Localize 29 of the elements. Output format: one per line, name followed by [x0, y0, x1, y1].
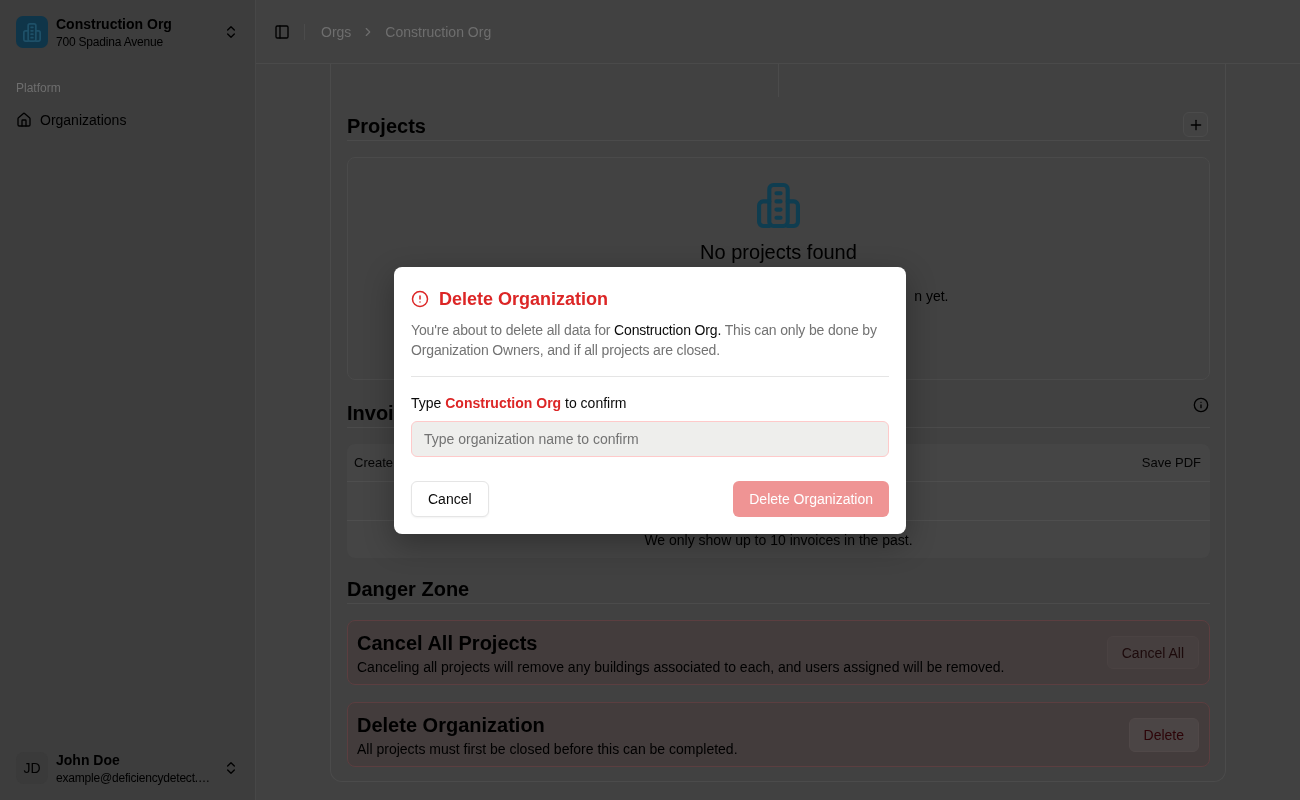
house-icon — [16, 112, 32, 128]
cancel-button[interactable]: Cancel — [411, 480, 489, 517]
danger-card-description: All projects must first be closed before this can be completed. — [357, 739, 738, 759]
empty-state-description: n yet. — [914, 287, 949, 306]
building-icon — [757, 183, 800, 228]
org-switcher[interactable]: Construction Org 700 Spadina Avenue — [8, 8, 247, 56]
sidebar-item[interactable]: Organizations — [8, 104, 247, 136]
danger-action-button[interactable]: Delete — [1128, 717, 1199, 752]
alert-icon — [411, 289, 429, 308]
section-title: Danger Zone — [347, 577, 470, 602]
section-title: Invoi — [347, 401, 394, 426]
column-header: Create — [354, 455, 394, 470]
building-icon — [16, 16, 48, 48]
section-title: Projects — [347, 114, 426, 139]
user-avatar: JD — [16, 752, 48, 784]
add-button[interactable] — [1183, 112, 1208, 137]
column-header: Save PDF — [1141, 455, 1201, 470]
dialog-description: You're about to delete all data for Construction Org. This can only be done by Organization Owners, and if all projects are closed. — [411, 320, 878, 360]
organization-name-input[interactable]: Type organization name to confirm — [411, 420, 889, 457]
user-menu-button[interactable]: JD John Doe example@deficiencydetect.… — [8, 744, 247, 792]
table-caption: We only show up to 10 invoices in the past. — [644, 531, 913, 548]
danger-card-description: Canceling all projects will remove any buildings associated to each, and users assigned will be removed. — [357, 657, 1005, 677]
dialog-title: Delete Organization — [439, 287, 609, 311]
danger-card-title: Cancel All Projects — [357, 630, 539, 656]
confirm-prompt: Type Construction Org to confirm — [411, 393, 628, 413]
danger-card-title: Delete Organization — [357, 712, 546, 738]
empty-state-title: No projects found — [700, 240, 857, 265]
info-icon[interactable] — [1193, 397, 1209, 413]
panel-left-icon — [274, 23, 290, 40]
